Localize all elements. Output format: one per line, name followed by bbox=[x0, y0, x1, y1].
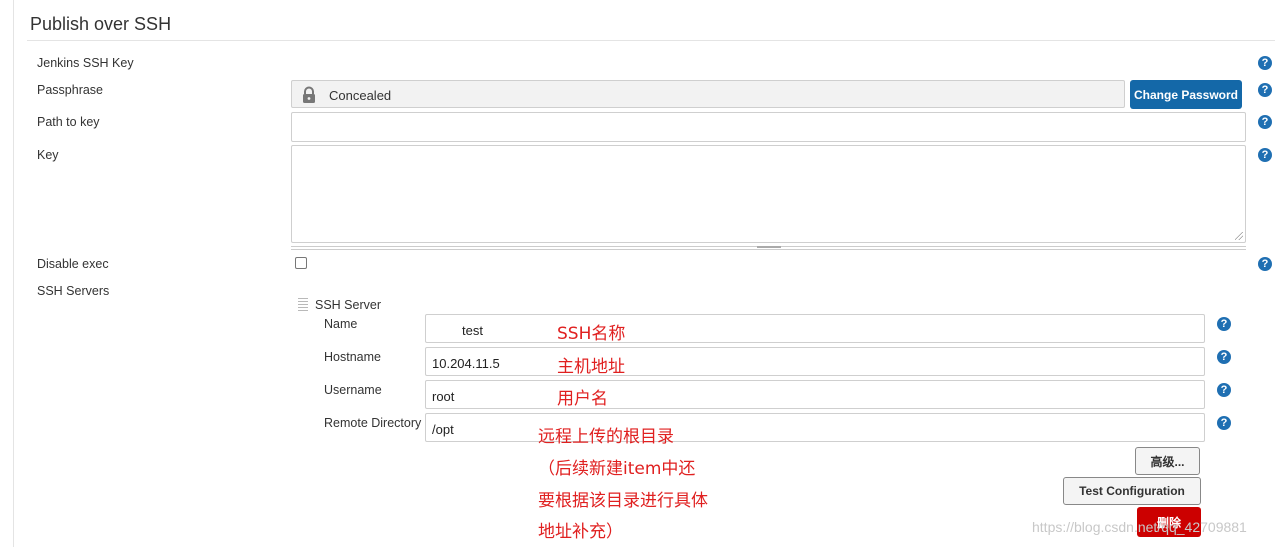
annotation-name: SSH名称 bbox=[557, 324, 626, 344]
username-input[interactable]: root bbox=[425, 380, 1205, 409]
advanced-button[interactable]: 高级... bbox=[1135, 447, 1200, 475]
hostname-input[interactable]: 10.204.11.5 bbox=[425, 347, 1205, 376]
annotation-remote-3: 要根据该目录进行具体 bbox=[538, 491, 708, 511]
jenkins-ssh-key-label: Jenkins SSH Key bbox=[37, 56, 134, 70]
annotation-remote-4: 地址补充） bbox=[538, 522, 623, 542]
key-textarea[interactable] bbox=[291, 145, 1246, 243]
username-label: Username bbox=[324, 383, 382, 397]
splitter-handle[interactable] bbox=[757, 246, 781, 248]
watermark: https://blog.csdn.net/qq_42709881 bbox=[1032, 519, 1247, 535]
help-icon[interactable] bbox=[1258, 148, 1272, 162]
ssh-server-header: SSH Server bbox=[315, 298, 381, 312]
help-icon[interactable] bbox=[1258, 56, 1272, 70]
key-label: Key bbox=[37, 148, 59, 162]
disable-exec-checkbox[interactable] bbox=[295, 257, 307, 269]
annotation-remote-2: （后续新建item中还 bbox=[538, 459, 696, 479]
help-icon[interactable] bbox=[1217, 317, 1231, 331]
left-border bbox=[13, 0, 14, 547]
help-icon[interactable] bbox=[1258, 115, 1272, 129]
remote-directory-label: Remote Directory bbox=[324, 416, 422, 430]
hostname-label: Hostname bbox=[324, 350, 381, 364]
section-divider bbox=[27, 40, 1275, 41]
hostname-value: 10.204.11.5 bbox=[432, 356, 500, 371]
passphrase-field[interactable]: Concealed bbox=[291, 80, 1125, 108]
change-password-button[interactable]: Change Password bbox=[1130, 80, 1242, 109]
passphrase-value: Concealed bbox=[329, 88, 392, 103]
server-name-input[interactable]: test bbox=[425, 314, 1205, 343]
help-icon[interactable] bbox=[1217, 350, 1231, 364]
lock-icon bbox=[303, 86, 315, 103]
help-icon[interactable] bbox=[1217, 383, 1231, 397]
server-name-label: Name bbox=[324, 317, 358, 331]
path-to-key-input[interactable] bbox=[291, 112, 1246, 142]
drag-handle-icon[interactable] bbox=[298, 298, 308, 311]
section-title: Publish over SSH bbox=[30, 14, 172, 34]
ssh-servers-label: SSH Servers bbox=[37, 284, 110, 298]
annotation-remote-1: 远程上传的根目录 bbox=[538, 427, 674, 447]
annotation-hostname: 主机地址 bbox=[557, 357, 625, 377]
help-icon[interactable] bbox=[1217, 416, 1231, 430]
annotation-username: 用户名 bbox=[557, 389, 608, 409]
path-to-key-label: Path to key bbox=[37, 115, 100, 129]
server-name-value: test bbox=[462, 323, 483, 338]
help-icon[interactable] bbox=[1258, 257, 1272, 271]
username-value: root bbox=[432, 389, 455, 404]
test-configuration-button[interactable]: Test Configuration bbox=[1063, 477, 1201, 505]
help-icon[interactable] bbox=[1258, 83, 1272, 97]
resize-grip-icon[interactable] bbox=[1235, 232, 1243, 240]
remote-directory-value: /opt bbox=[432, 422, 454, 437]
passphrase-label: Passphrase bbox=[37, 83, 104, 97]
disable-exec-label: Disable exec bbox=[37, 257, 109, 271]
